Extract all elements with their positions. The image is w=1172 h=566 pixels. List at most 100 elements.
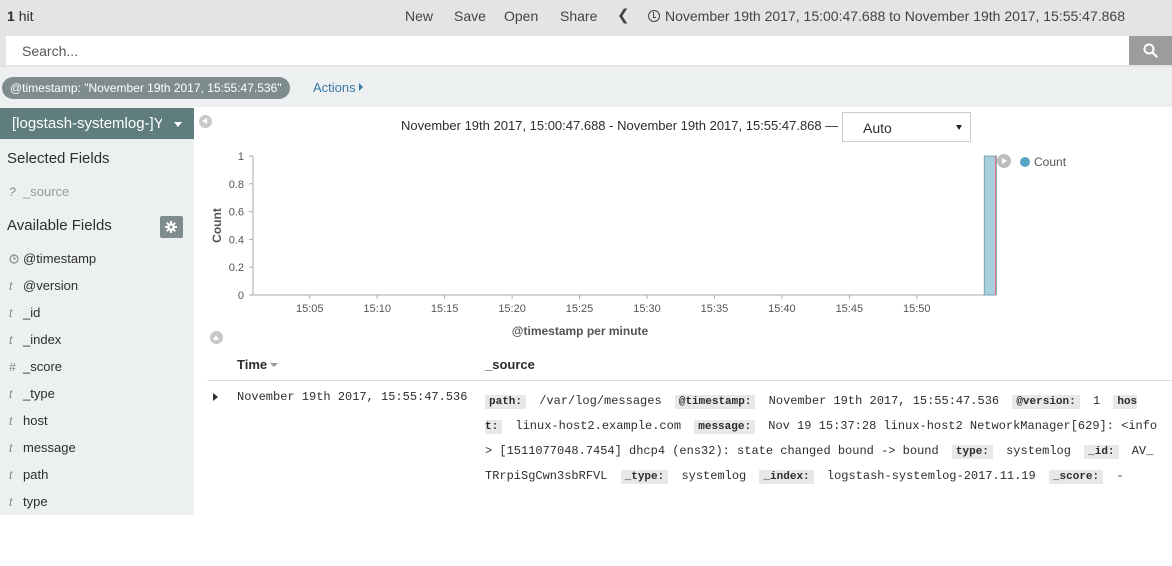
filter-pill[interactable]: @timestamp: "November 19th 2017, 15:55:4… (2, 77, 290, 99)
legend-toggle-button[interactable] (997, 154, 1011, 168)
available-field-score[interactable]: # _score (9, 359, 62, 374)
column-header-time-label: Time (237, 357, 268, 372)
sort-desc-icon[interactable] (270, 363, 279, 367)
x-tick-label: 15:40 (768, 303, 796, 315)
caret-right-icon (358, 83, 363, 91)
table-header-divider (207, 380, 1172, 381)
x-tick-label: 15:45 (836, 303, 864, 315)
open-button[interactable]: Open (504, 8, 538, 24)
string-type-icon: t (9, 387, 13, 401)
field-name: _score (23, 359, 63, 374)
filter-actions-label: Actions (313, 80, 356, 95)
string-type-icon: t (9, 279, 13, 293)
available-field-type[interactable]: t type (9, 494, 48, 509)
available-field-index[interactable]: t _index (9, 332, 61, 347)
field-name: message (23, 440, 76, 455)
search-input[interactable] (6, 36, 1129, 65)
y-tick-label: 0.4 (229, 234, 244, 246)
new-button[interactable]: New (405, 8, 433, 24)
selected-fields-title: Selected Fields (7, 150, 110, 167)
available-field-path[interactable]: t path (9, 467, 48, 482)
index-pattern-label: [logstash-systemlog-]YYYY.MM.DD (12, 115, 162, 132)
y-axis-label: Count (210, 208, 224, 243)
collapse-chart-button[interactable] (210, 331, 223, 344)
string-type-icon: t (9, 306, 13, 320)
y-tick-label: 0.2 (229, 262, 244, 274)
share-button[interactable]: Share (560, 8, 597, 24)
legend-dot (1020, 157, 1030, 167)
histogram-chart: 0 0.2 0.4 0.6 0.8 1 15:05 15:10 15:15 15:20 15:25 1… (210, 151, 997, 338)
row-expand-toggle[interactable] (213, 393, 218, 401)
legend-item-count[interactable]: Count (1020, 155, 1066, 169)
row-timestamp: November 19th 2017, 15:55:47.536 (237, 390, 468, 404)
field-name: path (23, 467, 49, 482)
string-type-icon: t (9, 468, 13, 482)
field-name: host (23, 413, 48, 428)
hit-count: 1 hit (7, 8, 33, 24)
time-picker-button[interactable]: November 19th 2017, 15:00:47.688 to Nove… (665, 8, 1125, 24)
selected-field-source[interactable]: ? _source (9, 184, 69, 199)
collapse-sidebar-button[interactable] (199, 115, 212, 128)
hit-count-label: hit (18, 8, 34, 24)
string-type-icon: t (9, 441, 13, 455)
available-field-id[interactable]: t _id (9, 305, 40, 320)
search-bar (0, 34, 1172, 67)
x-tick-label: 15:05 (296, 303, 324, 315)
source-field-key: _index: (759, 470, 814, 484)
source-field-value: /var/log/messages (539, 394, 662, 408)
source-field-key: @timestamp: (674, 395, 756, 409)
available-field-version[interactable]: t @version (9, 278, 78, 293)
search-button[interactable] (1129, 36, 1172, 65)
time-step-back-button[interactable]: ❮ (617, 6, 630, 24)
x-tick-label: 15:20 (498, 303, 526, 315)
column-header-time[interactable]: Time (237, 357, 279, 372)
field-settings-button[interactable] (160, 216, 183, 238)
source-field-key: @version: (1012, 395, 1080, 409)
field-name: _id (23, 305, 41, 320)
source-field-key: _score: (1048, 470, 1104, 484)
source-field-key: path: (485, 395, 527, 409)
source-field-key: _type: (620, 470, 669, 484)
source-field-key: type: (951, 445, 993, 459)
string-type-icon: t (9, 495, 13, 509)
filter-bar: @timestamp: "November 19th 2017, 15:55:4… (0, 67, 1172, 107)
unknown-type-icon: ? (9, 185, 16, 199)
string-type-icon: t (9, 333, 13, 347)
clock-icon (648, 10, 660, 22)
available-field-timestamp[interactable]: @timestamp (9, 251, 96, 266)
gear-icon (165, 221, 177, 233)
field-name: @timestamp (23, 251, 97, 266)
index-pattern-select[interactable]: [logstash-systemlog-]YYYY.MM.DD (0, 108, 194, 139)
y-tick-label: 0 (238, 290, 244, 302)
chart-time-range: November 19th 2017, 15:00:47.688 - Novem… (401, 118, 839, 133)
field-name: @version (23, 278, 79, 293)
interval-value: Auto (863, 120, 892, 136)
source-field-value: systemlog (1006, 444, 1071, 458)
field-sidebar: [logstash-systemlog-]YYYY.MM.DD Selected… (0, 107, 194, 515)
row-source: path: /var/log/messages @timestamp: Nove… (485, 389, 1160, 489)
available-field-message[interactable]: t message (9, 440, 76, 455)
y-tick-label: 1 (238, 151, 244, 163)
x-tick-label: 15:35 (701, 303, 729, 315)
hit-count-number: 1 (7, 8, 15, 24)
available-field-host[interactable]: t host (9, 413, 48, 428)
field-name: _index (23, 332, 62, 347)
source-field-value: systemlog (681, 469, 747, 483)
caret-down-icon (956, 125, 962, 130)
field-name: _type (23, 386, 55, 401)
search-icon (1143, 43, 1158, 58)
number-type-icon: # (9, 360, 16, 374)
source-field-value: 1 (1092, 394, 1101, 408)
source-field-value: logstash-systemlog-2017.11.19 (826, 469, 1036, 483)
field-name: _source (23, 184, 70, 199)
filter-actions-menu[interactable]: Actions (313, 80, 363, 95)
interval-select[interactable]: Auto (842, 112, 971, 142)
available-field-type[interactable]: t _type (9, 386, 55, 401)
source-field-value: - (1116, 469, 1124, 483)
x-tick-label: 15:15 (431, 303, 459, 315)
save-button[interactable]: Save (454, 8, 486, 24)
x-tick-label: 15:25 (566, 303, 594, 315)
bar-count (983, 155, 997, 296)
source-field-value: linux-host2.example.com (515, 419, 682, 433)
x-tick-label: 15:50 (903, 303, 931, 315)
